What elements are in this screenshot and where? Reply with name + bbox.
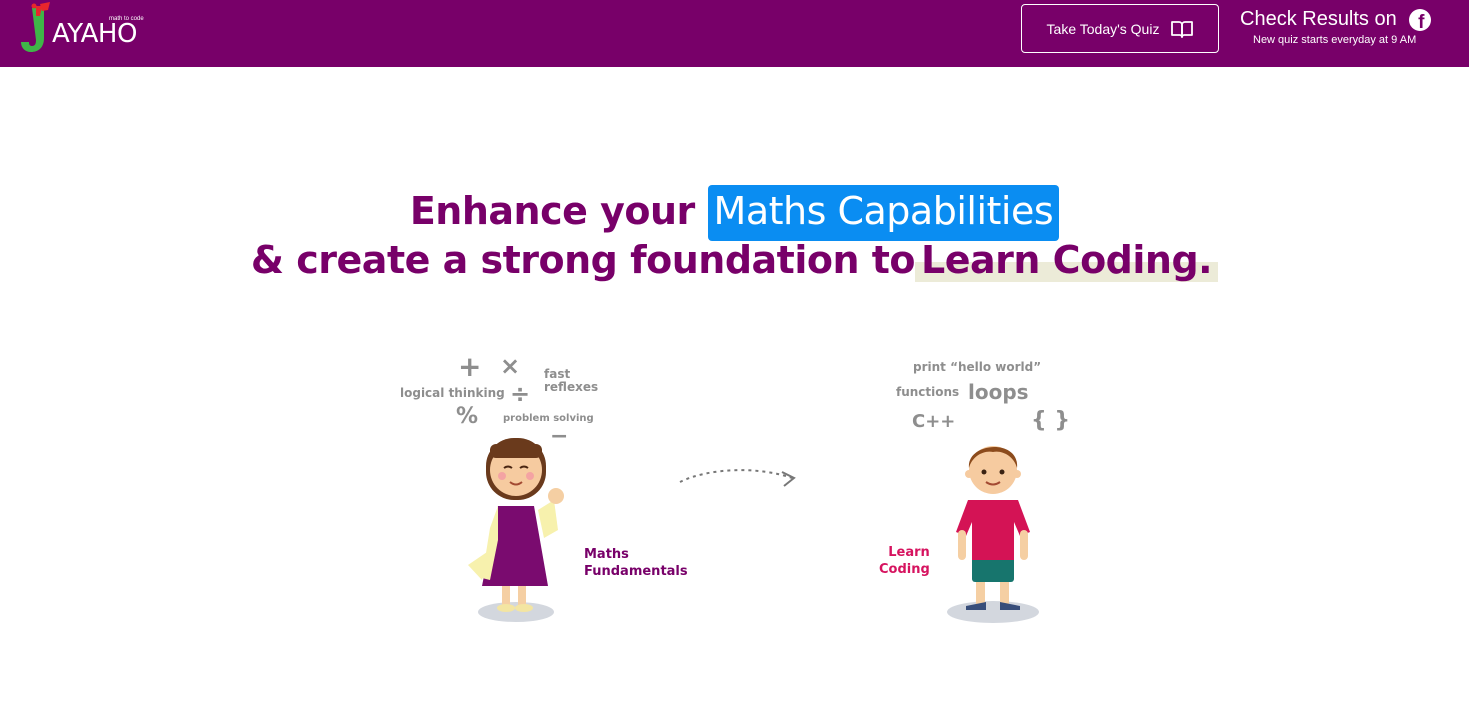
functions-word: functions	[896, 385, 960, 399]
maths-to-coding-illustration: + × fast reflexes logical thinking ÷ % p…	[390, 340, 1090, 640]
hero-headline-line-1: Enhance your Maths Capabilities	[0, 185, 1469, 241]
learn-coding-highlight: Learn Coding.	[915, 238, 1219, 282]
problem-solving-word: problem solving	[503, 413, 594, 424]
fast-word: fast	[544, 367, 571, 381]
learn-coding-caption: Learn Coding	[879, 544, 930, 578]
boy-character-illustration	[947, 446, 1039, 623]
reflexes-word: reflexes	[544, 380, 599, 394]
facebook-icon[interactable]: f	[1408, 8, 1431, 31]
loops-word: loops	[968, 380, 1029, 404]
girl-character-illustration	[468, 438, 564, 622]
hero-headline-line-2: & create a strong foundation to Learn Cod…	[0, 238, 1469, 282]
logo-wordmark: AYAHO	[52, 19, 137, 49]
top-header: AYAHO math to code Take Today's Quiz Che…	[0, 0, 1469, 67]
plus-symbol: +	[458, 350, 482, 383]
check-results-label: Check Results on	[1240, 8, 1397, 30]
hero-line2-prefix: & create a strong foundation to	[250, 238, 916, 282]
maths-caption-line-1: Maths	[584, 547, 629, 562]
logical-thinking-word: logical thinking	[400, 386, 505, 400]
take-todays-quiz-button[interactable]: Take Today's Quiz	[1021, 4, 1219, 53]
logo-tagline: math to code	[109, 16, 144, 22]
times-symbol: ×	[500, 352, 521, 380]
check-results-block: Check Results on f New quiz starts every…	[1240, 8, 1440, 58]
percent-symbol: %	[456, 404, 479, 429]
maths-fundamentals-caption: Maths Fundamentals	[584, 546, 688, 580]
divide-symbol: ÷	[510, 380, 531, 408]
maths-caption-line-2: Fundamentals	[584, 564, 688, 579]
new-quiz-subtext: New quiz starts everyday at 9 AM	[1253, 34, 1417, 46]
jayaho-logo[interactable]: AYAHO math to code	[18, 2, 158, 58]
dotted-arrow-icon	[679, 469, 796, 487]
cpp-word: C++	[912, 411, 956, 432]
coding-caption-line-1: Learn	[888, 545, 930, 560]
print-hello-world-word: print “hello world”	[913, 360, 1042, 374]
hero-line1-prefix: Enhance your	[409, 189, 695, 233]
quiz-button-label: Take Today's Quiz	[1046, 20, 1160, 37]
open-book-icon	[1171, 20, 1194, 38]
coding-caption-line-2: Coding	[879, 562, 930, 577]
maths-capabilities-highlight: Maths Capabilities	[707, 185, 1060, 241]
